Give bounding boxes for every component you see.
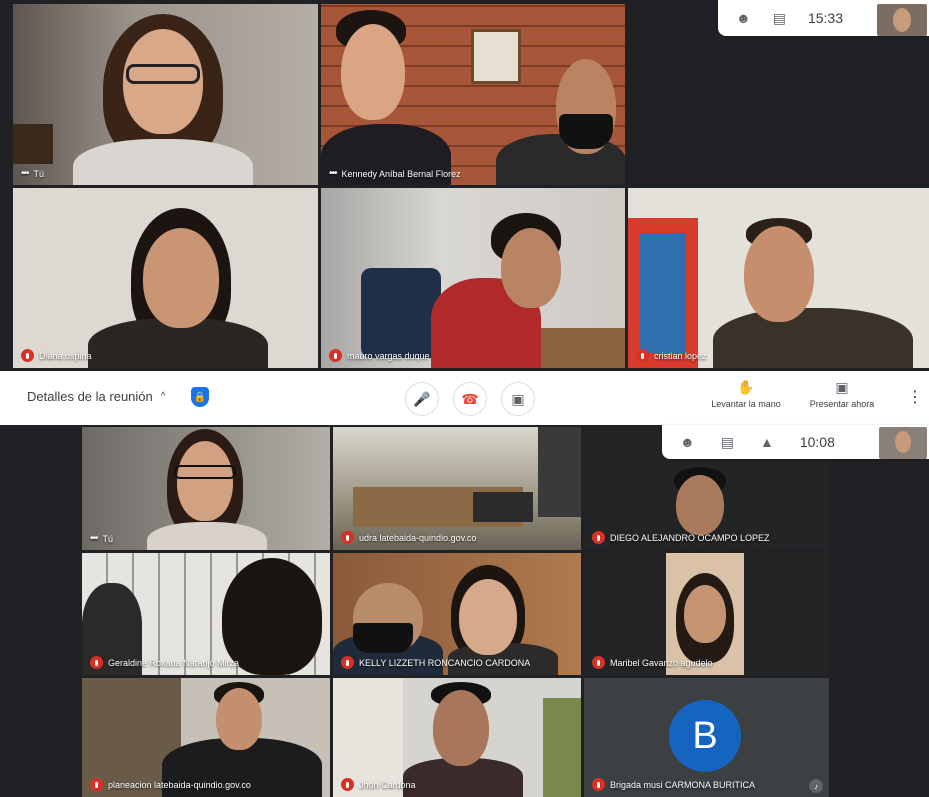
more-options-vertical-icon[interactable]: ⋮ [907,387,923,407]
microphone-icon: 🎤 [413,390,431,407]
participant-name: Diana ospina [39,350,92,361]
participant-name-tag: ••• Tú [21,168,44,179]
self-preview-thumbnail[interactable] [879,427,927,459]
video-tile-participant[interactable]: Diana ospina [13,188,318,368]
avatar-letter: B [692,714,718,757]
participant-name: Brigada musi CARMONA BURITICA [610,779,756,790]
mic-off-icon [341,778,354,791]
participant-name: Maribel Gavanzo agudelo [610,657,713,668]
raise-hand-button[interactable]: ✋ Levantar la mano [706,379,786,409]
participant-name-tag: KELLY LIZZETH RONCANCIO CARDONA [341,656,530,669]
raise-hand-label: Levantar la mano [711,399,781,409]
hand-icon: ✋ [737,379,755,395]
participant-name: Kennedy Aníbal Bernal Florez [341,168,461,179]
chevron-up-icon: ^ [160,391,166,402]
video-tile-self[interactable]: ••• Tú [13,4,318,185]
participant-name-tag: ••• Tú [90,533,113,544]
video-tile-participant[interactable]: Jhon Cardona [333,678,581,797]
mic-off-icon [90,778,103,791]
video-tile-participant[interactable]: B Brigada musi CARMONA BURITICA ♪ [584,678,829,797]
participant-name: udra latebaida-quindio.gov.co [359,532,477,543]
participant-name: KELLY LIZZETH RONCANCIO CARDONA [359,657,531,668]
participant-name-tag: Geraldine Roxana Naranjo Mirza [90,656,239,669]
video-tile-participant[interactable]: ••• Kennedy Aníbal Bernal Florez [321,4,625,185]
participant-name-tag: ••• Kennedy Aníbal Bernal Florez [329,168,461,179]
mic-off-icon [90,656,103,669]
clock: 10:08 [799,434,835,450]
video-tile-participant[interactable]: cristian lopez [628,188,929,368]
phone-hangup-icon: ☎ [461,390,479,407]
participant-name-tag: Maribel Gavanzo agudelo [592,656,713,669]
meeting-details-label: Detalles de la reunión [27,389,153,404]
clock: 15:33 [807,10,844,26]
bottom-meeting-grid: ••• Tú udra latebaida-quindio.gov.co DIE… [0,425,929,797]
more-options-icon[interactable]: ••• [21,168,29,179]
participant-name: Tú [102,533,114,544]
activities-icon[interactable]: ▲ [760,434,774,450]
people-icon[interactable]: ☻ [680,434,695,450]
mic-off-icon [592,656,605,669]
video-tile-participant[interactable]: planeacion latebaida-quindio.gov.co [82,678,330,797]
chat-icon[interactable]: ▤ [721,434,734,451]
participant-name-tag: udra latebaida-quindio.gov.co [341,531,476,544]
video-tile-participant[interactable]: mauro vargas duque [321,188,625,368]
participant-name-tag: cristian lopez [636,349,707,362]
self-preview-thumbnail[interactable] [877,4,927,36]
present-now-label: Presentar ahora [809,399,875,409]
mic-off-icon [329,349,342,362]
video-tile-participant[interactable]: udra latebaida-quindio.gov.co [333,427,581,550]
participant-name: Jhon Cardona [359,779,416,790]
participant-name: planeacion latebaida-quindio.gov.co [108,779,251,790]
mic-off-icon [592,778,605,791]
participant-name-tag: Jhon Cardona [341,778,416,791]
participant-name: cristian lopez [654,350,707,361]
more-options-icon[interactable]: ••• [329,168,337,179]
mic-off-icon [341,656,354,669]
video-tile-participant[interactable]: KELLY LIZZETH RONCANCIO CARDONA [333,553,581,675]
people-icon[interactable]: ☻ [736,10,751,26]
participant-name-tag: planeacion latebaida-quindio.gov.co [90,778,251,791]
participant-name: Geraldine Roxana Naranjo Mirza [108,657,240,668]
camera-button[interactable]: ▣ [501,382,535,416]
participant-name: Tú [33,168,45,179]
participant-name-tag: DIEGO ALEJANDRO OCAMPO LOPEZ [592,531,770,544]
participant-name: DIEGO ALEJANDRO OCAMPO LOPEZ [610,532,770,543]
speaking-indicator-icon: ♪ [809,779,823,793]
meeting-details-button[interactable]: Detalles de la reunión ^ [27,389,165,404]
participant-avatar: B [669,700,741,772]
mic-off-icon [341,531,354,544]
present-now-button[interactable]: ▣ Presentar ahora [802,379,882,409]
participant-name-tag: Diana ospina [21,349,92,362]
present-screen-icon: ▣ [835,379,849,395]
mic-off-icon [636,349,649,362]
mic-off-icon [592,531,605,544]
more-options-icon[interactable]: ••• [90,533,98,544]
participant-name: mauro vargas duque [347,350,430,361]
end-call-button[interactable]: ☎ [453,382,487,416]
meeting-control-bar: Detalles de la reunión ^ 🔒 🎤 ☎ ▣ ✋ Levan… [0,371,929,425]
video-tile-self[interactable]: ••• Tú [82,427,330,550]
microphone-button[interactable]: 🎤 [405,382,439,416]
top-meeting-grid: ••• Tú ••• Kennedy Aníbal Bernal Florez … [0,0,929,371]
participant-name-tag: mauro vargas duque [329,349,430,362]
participant-name-tag: Brigada musi CARMONA BURITICA [592,778,755,791]
video-tile-participant[interactable]: Maribel Gavanzo agudelo [584,553,829,675]
chat-icon[interactable]: ▤ [773,10,786,27]
camera-icon: ▣ [511,390,525,407]
mic-off-icon [21,349,34,362]
video-tile-participant[interactable]: Geraldine Roxana Naranjo Mirza [82,553,330,675]
security-shield-icon[interactable]: 🔒 [191,387,209,407]
